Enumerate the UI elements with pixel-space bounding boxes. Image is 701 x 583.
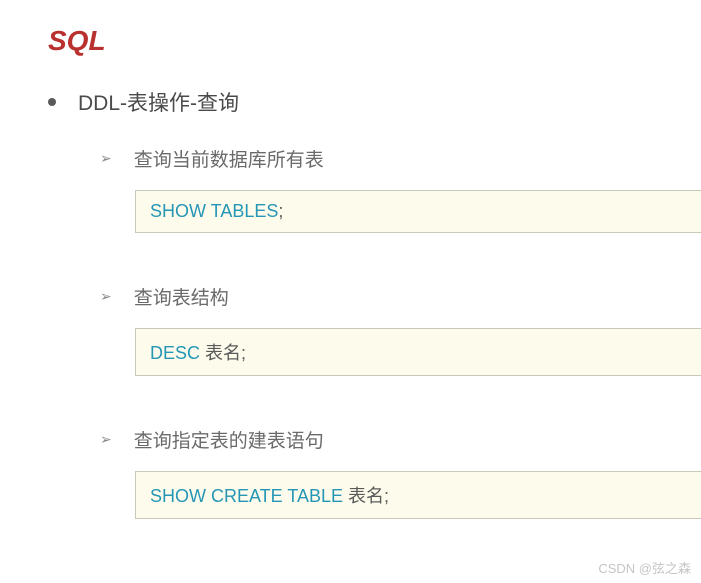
bullet-icon [48, 98, 56, 106]
section-2: ➢ 查询表结构 DESC 表名; [0, 283, 701, 376]
main-bullet-row: DDL-表操作-查询 [0, 57, 701, 117]
sub-heading-row: ➢ 查询当前数据库所有表 [0, 145, 701, 172]
arrow-icon: ➢ [100, 150, 112, 167]
arrow-icon: ➢ [100, 288, 112, 305]
watermark-text: CSDN @弦之森 [598, 558, 691, 577]
code-suffix: 表名; [200, 343, 246, 363]
sub-heading-text: 查询当前数据库所有表 [134, 145, 324, 172]
code-keyword: SHOW CREATE TABLE [150, 486, 343, 506]
arrow-icon: ➢ [100, 431, 112, 448]
code-box: DESC 表名; [135, 328, 701, 376]
sub-heading-text: 查询表结构 [134, 283, 229, 310]
code-box: SHOW CREATE TABLE 表名; [135, 471, 701, 519]
code-suffix: ; [278, 201, 283, 221]
section-3: ➢ 查询指定表的建表语句 SHOW CREATE TABLE 表名; [0, 426, 701, 519]
main-bullet-text: DDL-表操作-查询 [78, 87, 239, 117]
code-keyword: DESC [150, 343, 200, 363]
code-suffix: 表名; [343, 486, 389, 506]
code-box: SHOW TABLES; [135, 190, 701, 233]
sub-heading-text: 查询指定表的建表语句 [134, 426, 324, 453]
page-title: SQL [0, 0, 701, 57]
sub-heading-row: ➢ 查询表结构 [0, 283, 701, 310]
section-1: ➢ 查询当前数据库所有表 SHOW TABLES; [0, 145, 701, 233]
sub-heading-row: ➢ 查询指定表的建表语句 [0, 426, 701, 453]
code-keyword: SHOW TABLES [150, 201, 278, 221]
